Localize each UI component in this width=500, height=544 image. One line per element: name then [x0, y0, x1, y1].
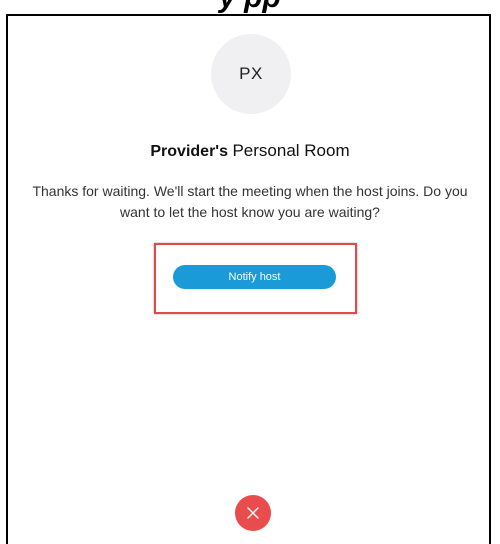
leave-button[interactable] [235, 495, 271, 531]
room-owner: Provider's [150, 143, 228, 160]
notify-host-label: Notify host [228, 271, 281, 283]
room-name: Personal Room [232, 141, 350, 160]
notify-host-button[interactable]: Notify host [173, 265, 336, 289]
room-title: Provider's Personal Room [0, 141, 500, 161]
avatar-initials: PX [239, 64, 263, 83]
page: y pp PX Provider's Personal Room Thanks … [0, 0, 500, 544]
waiting-message: Thanks for waiting. We'll start the meet… [32, 183, 468, 220]
close-icon [246, 506, 260, 520]
host-avatar: PX [211, 34, 291, 114]
